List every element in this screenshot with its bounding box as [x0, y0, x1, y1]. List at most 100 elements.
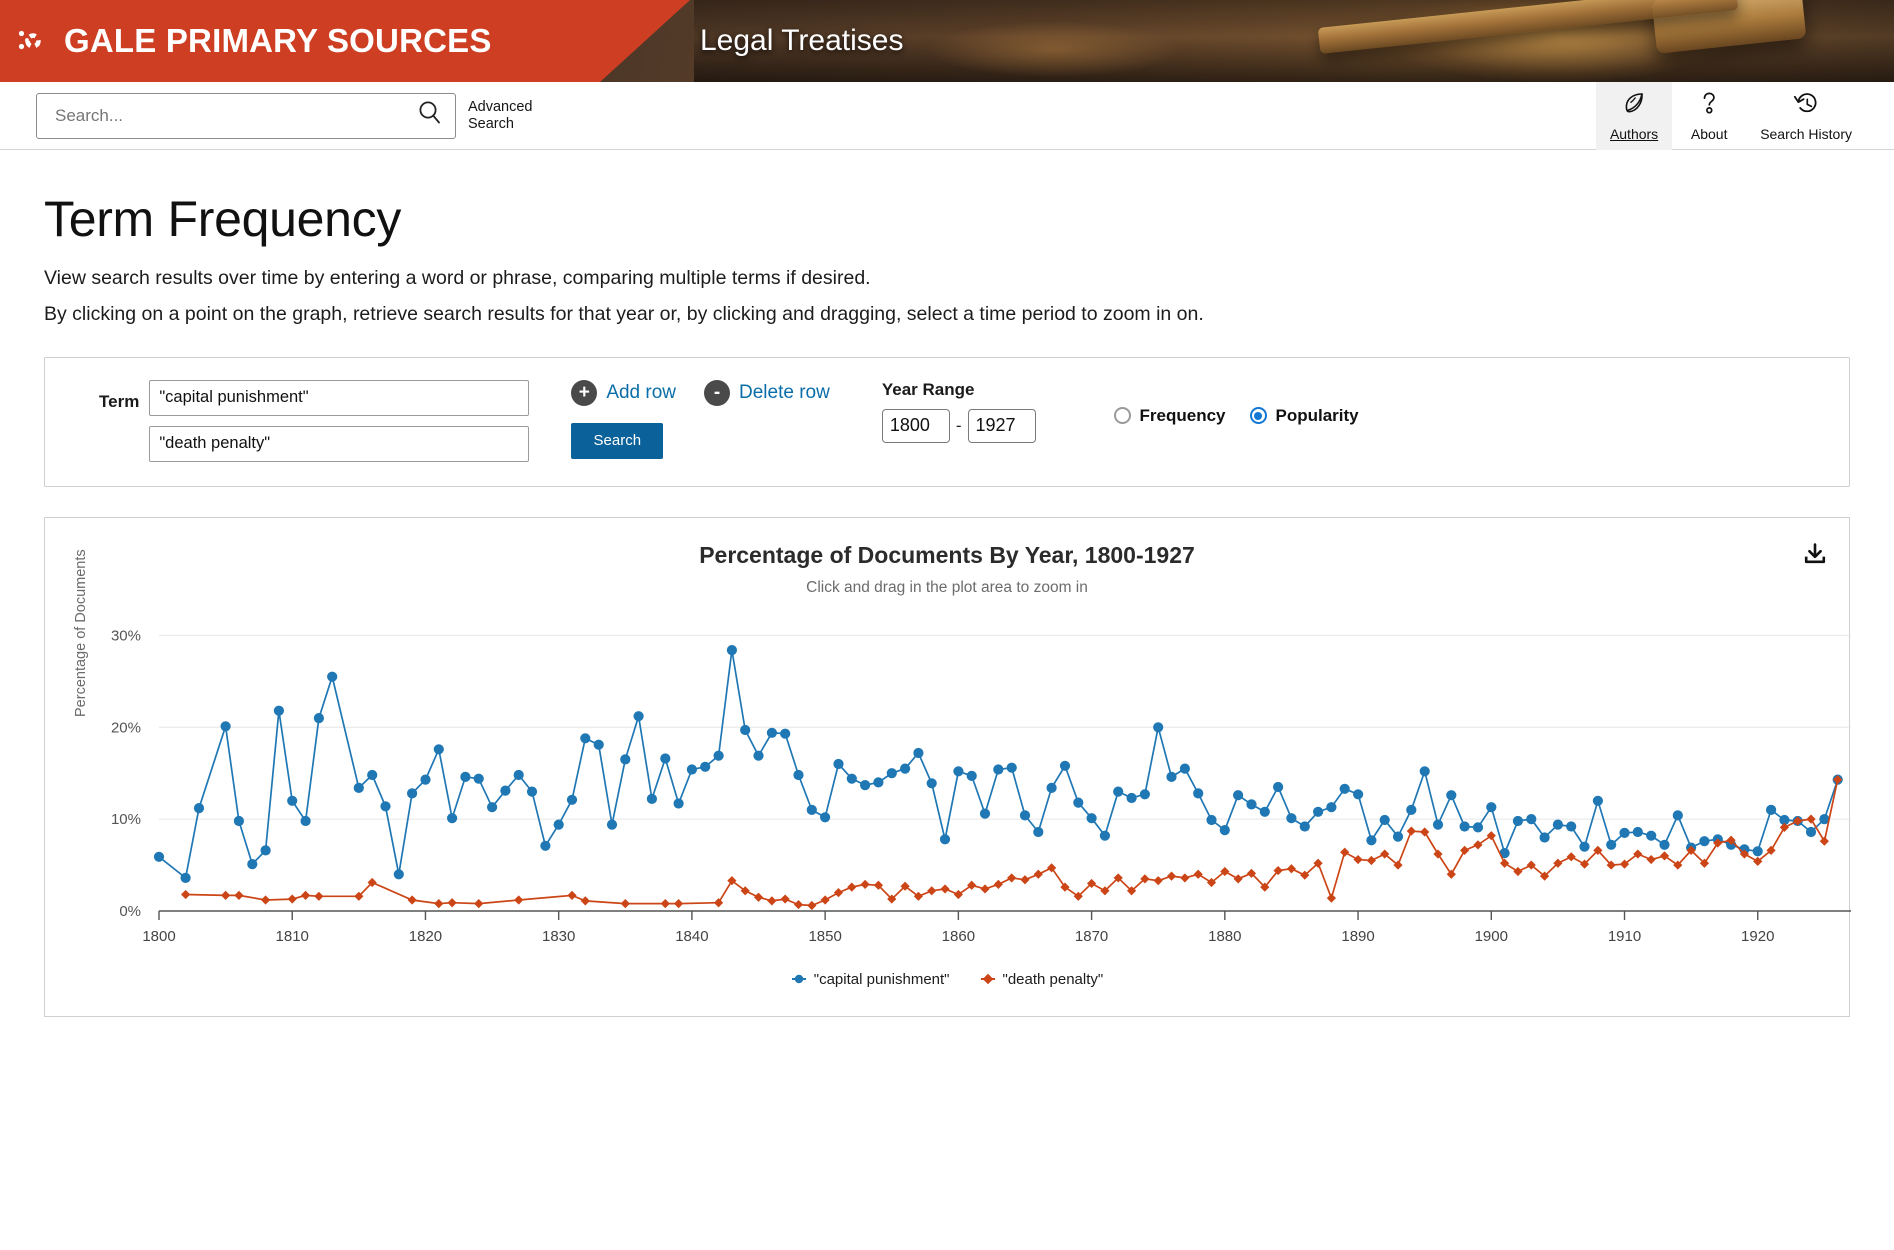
data-point[interactable]	[633, 710, 644, 721]
data-point[interactable]	[287, 795, 298, 806]
data-point[interactable]	[260, 844, 271, 856]
data-point[interactable]	[913, 747, 924, 758]
data-point[interactable]	[514, 894, 524, 905]
data-point[interactable]	[233, 815, 244, 826]
advanced-search-link[interactable]: Advanced Search	[468, 99, 558, 133]
mode-frequency[interactable]: Frequency	[1113, 406, 1226, 426]
data-point[interactable]	[993, 879, 1003, 889]
header-tool-search-history[interactable]: Search History	[1746, 82, 1866, 150]
data-point[interactable]	[1180, 872, 1190, 883]
data-point[interactable]	[1020, 874, 1030, 884]
data-point[interactable]	[1046, 782, 1057, 793]
data-point[interactable]	[1326, 801, 1337, 812]
data-point[interactable]	[807, 900, 817, 910]
data-point[interactable]	[1446, 789, 1457, 800]
data-point[interactable]	[900, 763, 911, 774]
data-point[interactable]	[1819, 836, 1829, 846]
term-input-1[interactable]	[149, 379, 530, 416]
search-button[interactable]: Search	[571, 422, 664, 459]
term-input-2[interactable]	[149, 425, 530, 462]
data-point[interactable]	[260, 894, 271, 905]
data-point[interactable]	[713, 750, 724, 761]
data-point[interactable]	[1419, 765, 1430, 776]
data-point[interactable]	[1779, 822, 1789, 832]
data-point[interactable]	[1646, 854, 1656, 864]
data-point[interactable]	[1446, 869, 1456, 879]
data-point[interactable]	[1406, 804, 1417, 815]
data-point[interactable]	[646, 793, 658, 804]
data-point[interactable]	[234, 890, 244, 900]
data-point[interactable]	[1126, 792, 1137, 803]
data-point[interactable]	[620, 753, 631, 765]
data-point[interactable]	[1539, 831, 1550, 843]
data-point[interactable]	[1153, 875, 1163, 885]
data-point[interactable]	[1566, 851, 1576, 861]
data-point[interactable]	[620, 898, 630, 908]
data-point[interactable]	[1007, 872, 1017, 883]
data-point[interactable]	[1432, 819, 1444, 830]
data-point[interactable]	[460, 771, 471, 782]
data-point[interactable]	[1366, 834, 1377, 845]
data-point[interactable]	[540, 840, 551, 851]
data-point[interactable]	[273, 705, 284, 716]
data-point[interactable]	[1206, 814, 1217, 825]
legend-item-death-penalty[interactable]: "death penalty"	[980, 971, 1103, 988]
data-point[interactable]	[766, 727, 778, 738]
data-point[interactable]	[300, 815, 311, 826]
data-point[interactable]	[753, 750, 764, 761]
data-point[interactable]	[833, 887, 844, 897]
mode-popularity[interactable]: Popularity	[1249, 406, 1359, 426]
data-point[interactable]	[780, 728, 791, 739]
data-point[interactable]	[1486, 801, 1497, 812]
data-point[interactable]	[1299, 820, 1310, 832]
data-point[interactable]	[1059, 760, 1071, 771]
data-point[interactable]	[753, 892, 764, 902]
data-point[interactable]	[660, 898, 670, 908]
data-point[interactable]	[1006, 762, 1017, 773]
data-point[interactable]	[1326, 893, 1337, 903]
year-from-input[interactable]	[881, 408, 950, 443]
data-point[interactable]	[1459, 820, 1470, 832]
data-point[interactable]	[193, 802, 205, 813]
data-point[interactable]	[1766, 804, 1777, 815]
data-point[interactable]	[1646, 830, 1657, 841]
data-point[interactable]	[1286, 812, 1297, 823]
data-point[interactable]	[767, 895, 777, 906]
data-point[interactable]	[820, 894, 830, 905]
radio-popularity-icon[interactable]	[1249, 407, 1267, 425]
data-point[interactable]	[1033, 826, 1044, 837]
data-point[interactable]	[1166, 771, 1177, 782]
data-point[interactable]	[1672, 809, 1683, 821]
data-point[interactable]	[513, 769, 524, 780]
brand-wedge[interactable]: GALE PRIMARY SOURCES	[0, 0, 690, 82]
data-point[interactable]	[860, 779, 871, 790]
data-point[interactable]	[1500, 858, 1510, 868]
data-point[interactable]	[553, 819, 564, 830]
download-icon[interactable]	[1803, 542, 1827, 571]
data-point[interactable]	[939, 833, 951, 844]
data-point[interactable]	[1313, 806, 1324, 817]
data-point[interactable]	[660, 752, 671, 764]
data-point[interactable]	[927, 885, 937, 895]
data-point[interactable]	[1153, 721, 1164, 732]
data-point[interactable]	[686, 763, 698, 775]
data-point[interactable]	[314, 891, 324, 901]
data-point[interactable]	[1806, 814, 1816, 824]
data-point[interactable]	[1805, 826, 1817, 837]
data-point[interactable]	[979, 808, 991, 819]
data-point[interactable]	[474, 898, 484, 908]
data-point[interactable]	[593, 739, 604, 750]
add-row-button[interactable]: + Add row	[571, 379, 676, 406]
data-point[interactable]	[1392, 831, 1404, 842]
data-point[interactable]	[1406, 826, 1416, 836]
data-point[interactable]	[606, 819, 618, 830]
data-point[interactable]	[580, 732, 591, 743]
data-point[interactable]	[940, 883, 950, 894]
data-point[interactable]	[247, 858, 258, 869]
data-point[interactable]	[1513, 866, 1523, 876]
data-point[interactable]	[1606, 839, 1617, 850]
data-point[interactable]	[433, 743, 444, 754]
data-point[interactable]	[1166, 871, 1177, 881]
header-tool-about[interactable]: About	[1672, 82, 1746, 150]
data-point[interactable]	[1193, 869, 1203, 879]
